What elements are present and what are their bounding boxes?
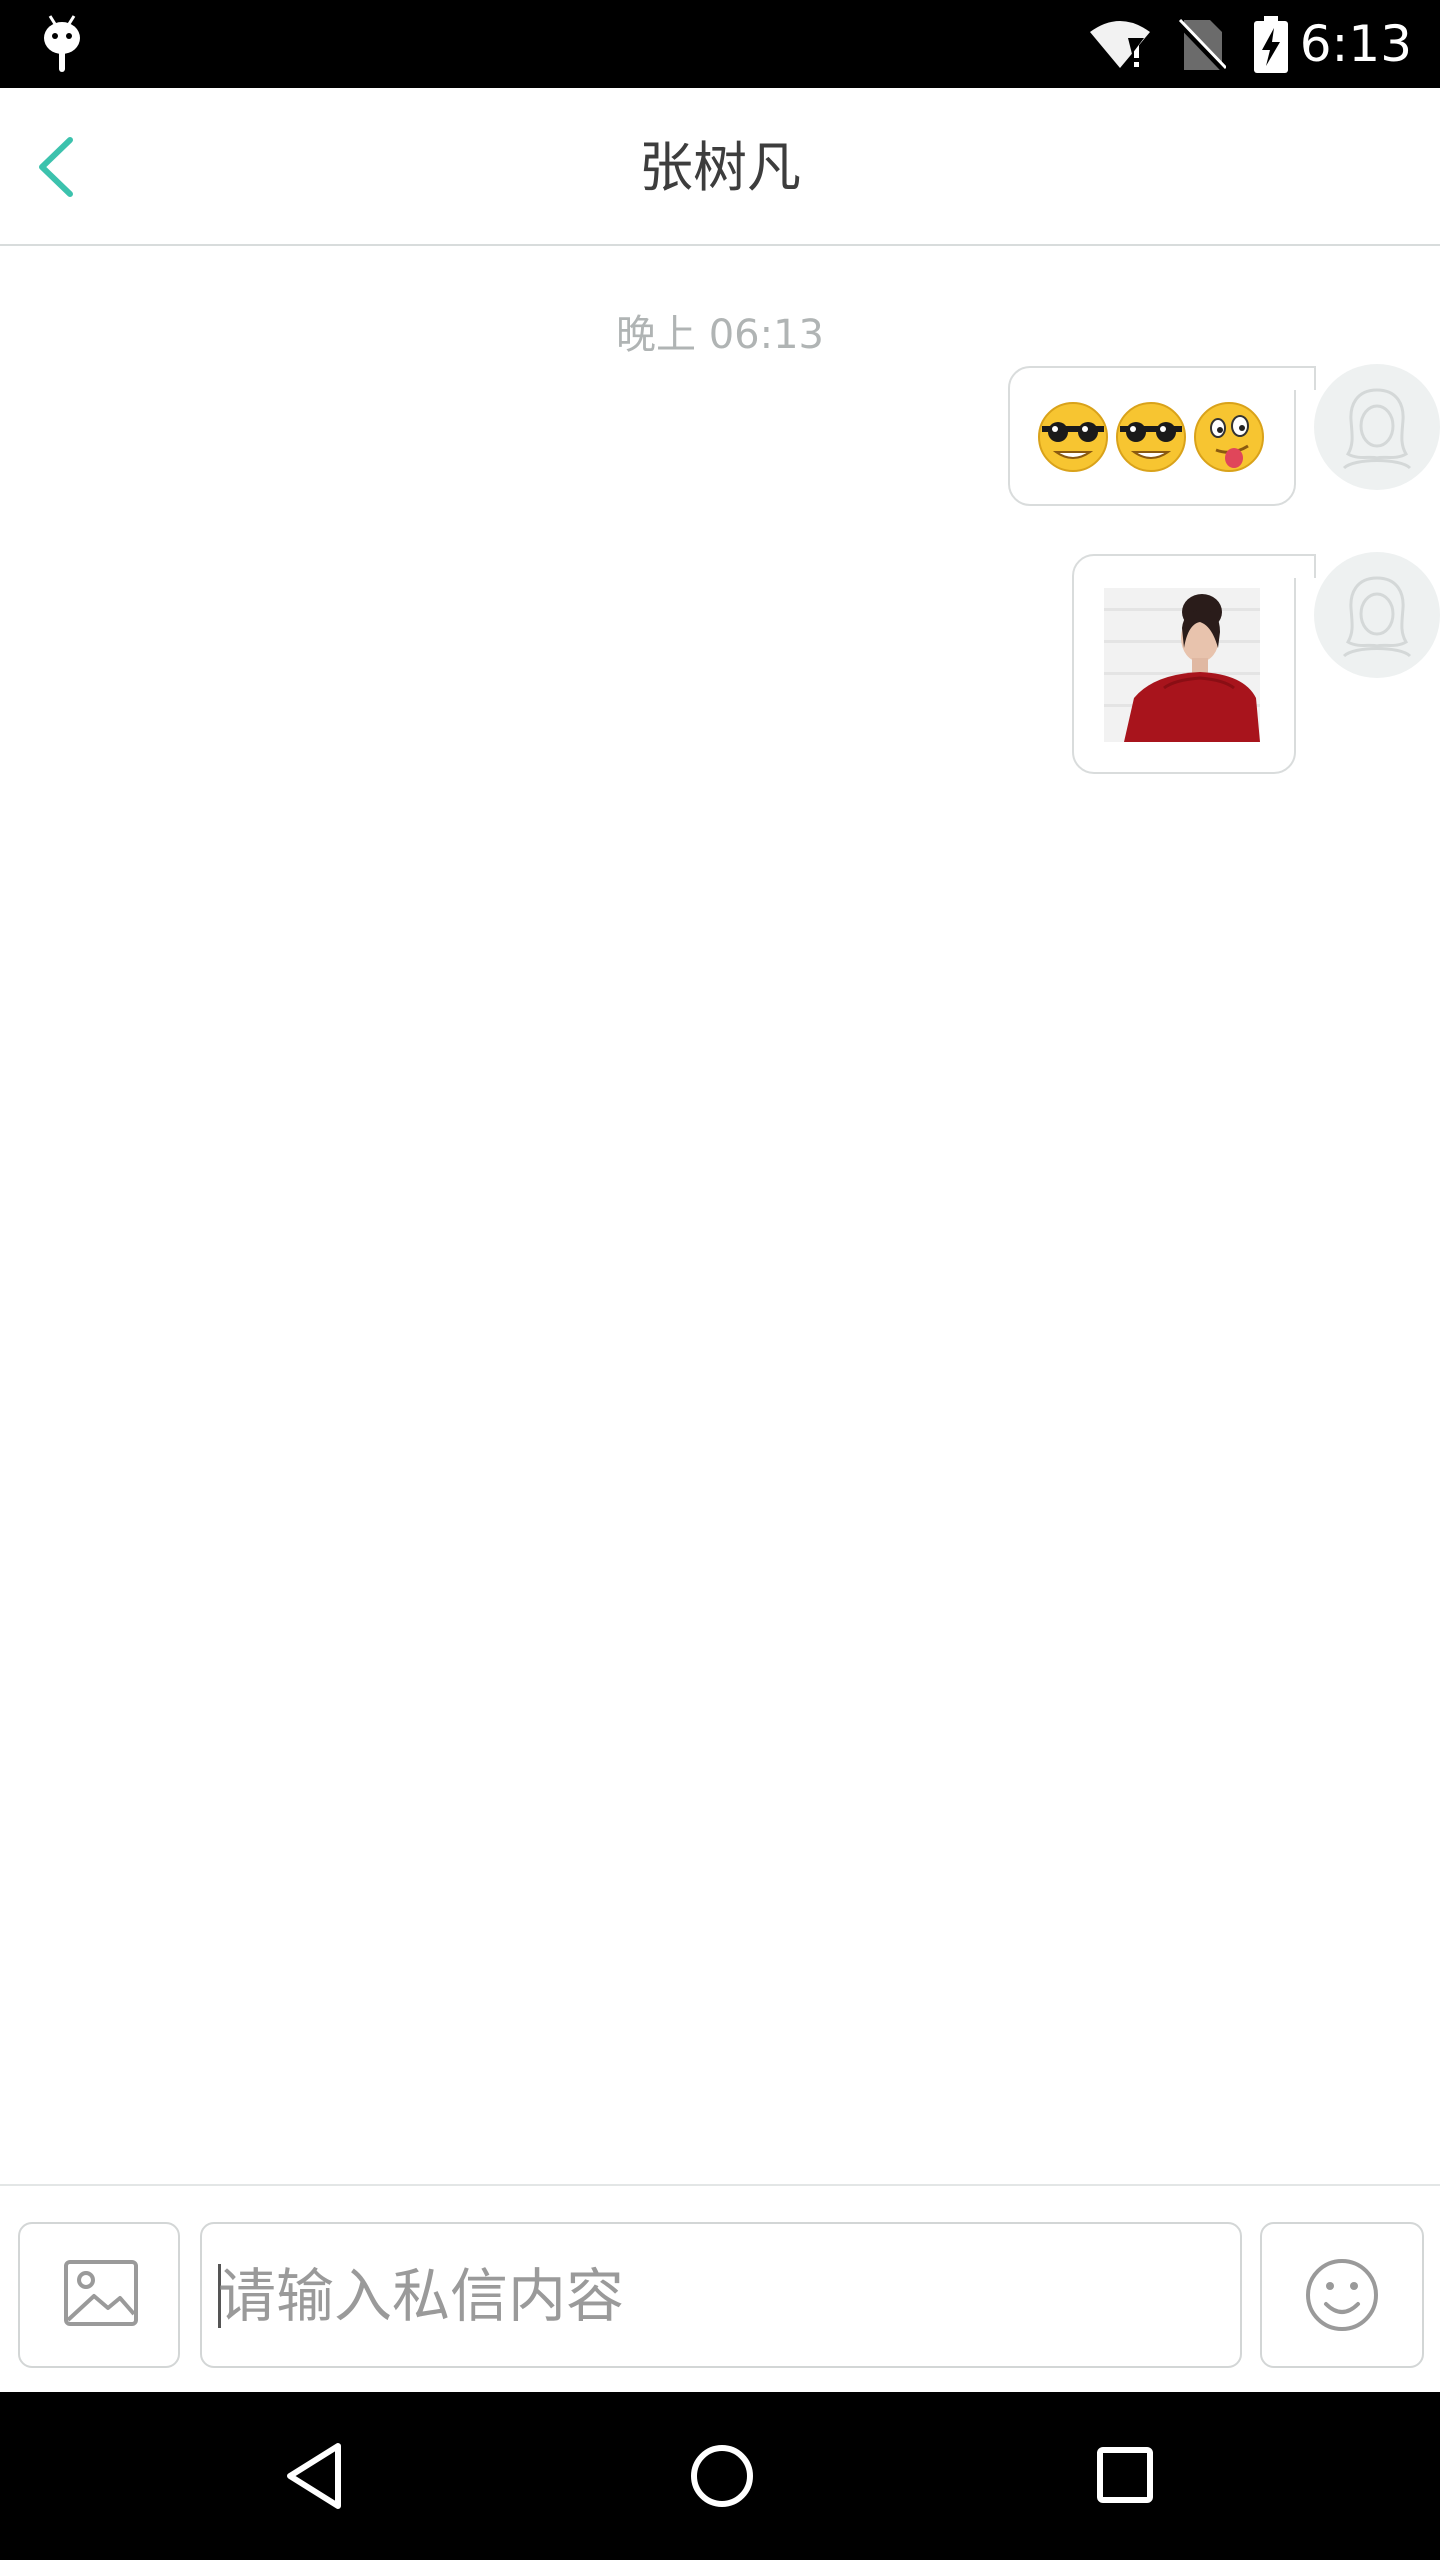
photo-woman-red-top[interactable] [1104, 588, 1260, 742]
no-sim-icon [1176, 18, 1226, 72]
cool-sunglasses-emoji [1116, 402, 1186, 472]
image-button[interactable] [18, 2222, 180, 2368]
avatar[interactable] [1314, 552, 1440, 678]
system-nav-bar [0, 2392, 1440, 2560]
emoji-button[interactable] [1260, 2222, 1424, 2368]
back-triangle-icon[interactable] [280, 2436, 350, 2516]
input-bar [0, 2184, 1440, 2394]
title-bar: 张树凡 [0, 88, 1440, 246]
wifi-alert-icon [1090, 21, 1150, 68]
status-bar: 6:13 [0, 0, 1440, 88]
android-icon [44, 15, 80, 72]
battery-charging-icon [1254, 16, 1288, 73]
user-avatar-icon [1342, 388, 1412, 470]
smiley-icon [1306, 2259, 1378, 2331]
cool-sunglasses-emoji [1038, 402, 1108, 472]
bubble-tail [1292, 554, 1316, 578]
message-bubble-image[interactable] [1072, 554, 1316, 774]
tongue-out-emoji [1194, 402, 1264, 472]
status-time: 6:13 [1299, 15, 1412, 73]
message-input[interactable] [216, 2224, 1220, 2368]
user-avatar-icon [1342, 576, 1412, 658]
recents-square-icon[interactable] [1090, 2436, 1160, 2516]
message-bubble-emoji[interactable] [1008, 366, 1316, 506]
avatar[interactable] [1314, 364, 1440, 490]
message-timestamp: 晚上 06:13 [616, 312, 824, 358]
page-title: 张树凡 [639, 136, 801, 199]
message-input-box[interactable] [200, 2222, 1242, 2368]
home-circle-icon[interactable] [682, 2436, 762, 2516]
image-icon [64, 2260, 138, 2326]
emoji-group [1034, 398, 1268, 476]
bubble-tail [1292, 366, 1316, 390]
chat-area[interactable]: 晚上 06:13 [0, 246, 1440, 2184]
